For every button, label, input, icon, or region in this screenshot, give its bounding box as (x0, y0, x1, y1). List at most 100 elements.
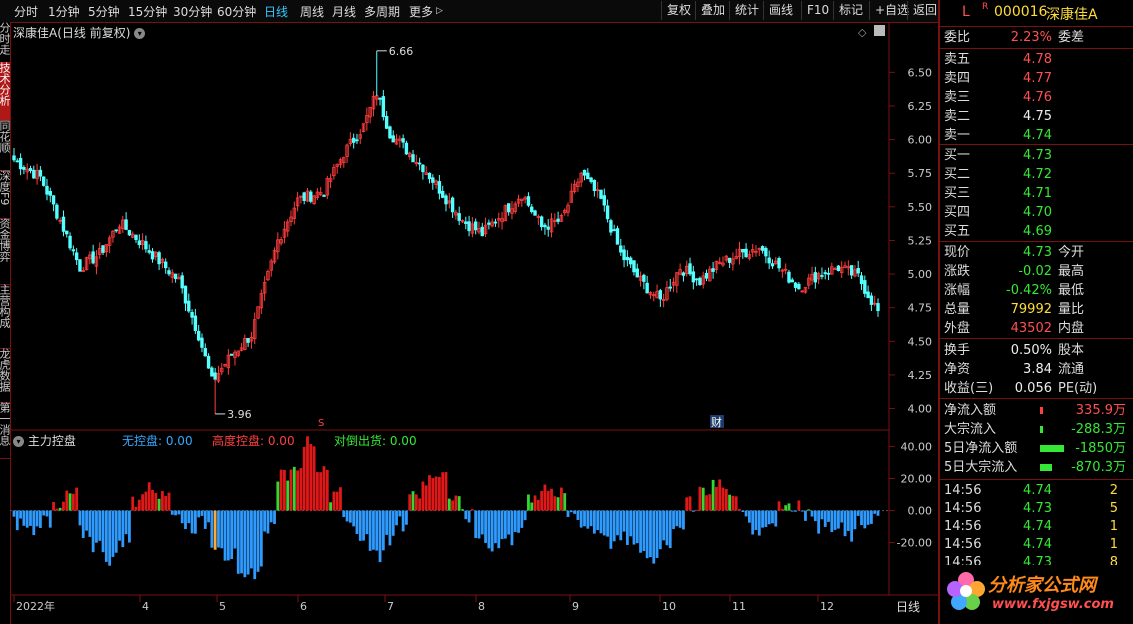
candle-body (193, 315, 198, 331)
indicator-bar (860, 510, 863, 526)
period-tab-7[interactable]: 周线 (300, 3, 324, 20)
period-tab-3[interactable]: 15分钟 (128, 3, 167, 20)
indicator-bar (774, 510, 778, 527)
candle-body (144, 241, 148, 250)
finance-marker[interactable]: 财 (711, 415, 722, 429)
quote-right-label: 最低 (1058, 283, 1085, 298)
indicator-tick-label: 20.00 (901, 473, 933, 486)
indicator-name: 主力控盘 (27, 434, 76, 448)
period-tab-6[interactable]: 日线 (264, 3, 288, 20)
indicator-bar (592, 510, 596, 534)
period-tab-0[interactable]: 分时 (14, 3, 38, 20)
ask-row: 卖二 4.75 (944, 107, 1133, 126)
candle-body (826, 272, 831, 275)
indicator-bar (332, 491, 336, 511)
indicator-bar (477, 510, 481, 539)
indicator-item-dump: 对倒出货: 0.00 (334, 434, 417, 448)
flow-label: 5日大宗流入 (944, 460, 1018, 475)
indicator-bar (645, 510, 649, 559)
sidebar-tab-3[interactable]: 深度F9 (0, 170, 10, 219)
candle-body (355, 139, 359, 142)
bid-label: 买五 (944, 224, 971, 239)
kline-chart[interactable]: 6.50 6.25 6.00 5.75 5.50 5.25 5.00 4.75 4.50 4.25… (10, 22, 938, 624)
candle-body (836, 265, 841, 272)
period-tab-1[interactable]: 1分钟 (48, 3, 80, 20)
indicator-bar (348, 510, 352, 523)
indicator-bar (71, 493, 75, 511)
period-tab-9[interactable]: 多周期 (364, 3, 400, 20)
chevron-down-icon[interactable]: ▾ (134, 28, 146, 39)
indicator-bar (705, 495, 708, 511)
candle-body (351, 137, 356, 143)
indicator-bar (767, 510, 771, 525)
indicator-bar (556, 497, 560, 511)
indicator-bar (55, 508, 59, 511)
candle-body (210, 367, 214, 377)
period-tab-10[interactable]: 更多 (409, 3, 433, 20)
quote-row: 涨幅 -0.42% 最低 (944, 281, 1133, 300)
candle-body (187, 300, 191, 312)
indicator-bar (675, 510, 679, 527)
toolbar-button-1[interactable]: 叠加 (695, 1, 730, 20)
candle-body (229, 353, 234, 356)
candle-body (196, 330, 201, 341)
indicator-bar (480, 510, 484, 535)
indicator-bar (787, 503, 791, 511)
indicator-bar (35, 510, 39, 527)
toolbar-button-0[interactable]: 复权 (661, 1, 696, 20)
indicator-bar (527, 494, 530, 511)
tick-row: 14:56 4.74 1 (944, 535, 1133, 554)
indicator-tick-label: 40.00 (901, 440, 933, 453)
indicator-bar (25, 510, 29, 528)
signal-s-marker[interactable]: S (318, 418, 324, 429)
indicator-bar (164, 495, 168, 511)
indicator-bar (306, 436, 309, 511)
candle-body (533, 210, 537, 216)
sidebar-tab-0[interactable]: 分时走势 (0, 22, 10, 63)
candle-body (51, 195, 56, 205)
period-tab-8[interactable]: 月线 (332, 3, 356, 20)
indicator-bar (292, 466, 296, 511)
toolbar-button-5[interactable]: 标记 (833, 1, 868, 20)
period-tab-5[interactable]: 60分钟 (217, 3, 256, 20)
toolbar-button-3[interactable]: 画线 (763, 1, 798, 20)
toolbar-button-4[interactable]: F10 (801, 1, 834, 20)
diamond-icon[interactable]: ◇ (858, 26, 866, 39)
more-arrow-icon[interactable]: ▷ (436, 6, 443, 16)
ask-label: 卖四 (944, 71, 971, 86)
price-tick-label: 4.25 (908, 369, 933, 382)
period-tab-2[interactable]: 5分钟 (88, 3, 120, 20)
sidebar-tab-1[interactable]: 技术分析 (0, 62, 10, 121)
indicator-bar (259, 510, 263, 567)
sidebar-tab-2[interactable]: 同花顺 (0, 120, 10, 171)
indicator-bar (668, 510, 672, 549)
chevron-down-icon[interactable]: ▾ (13, 436, 24, 447)
toolbar-button-7[interactable]: 返回 (907, 1, 942, 20)
indicator-bar (474, 510, 478, 539)
sidebar-tab-7[interactable]: 第一消息 (0, 402, 10, 459)
candle-body (668, 286, 672, 289)
indicator-bar (536, 499, 540, 511)
candle-body (556, 218, 560, 222)
sidebar-tab-4[interactable]: 资金博弈 (0, 218, 10, 285)
candle-body (441, 190, 445, 198)
candle-body (41, 176, 46, 186)
toolbar-button-2[interactable]: 统计 (729, 1, 764, 20)
indicator-bar (160, 491, 164, 511)
tick-time: 14:56 (944, 537, 982, 552)
indicator-bar (662, 510, 666, 541)
tick-volume: 1 (1109, 519, 1118, 534)
period-tab-4[interactable]: 30分钟 (173, 3, 212, 20)
watermark-logo: 分析家公式网 www.fxjgsw.com (940, 565, 1133, 624)
sidebar-tab-6[interactable]: 龙虎数据 (0, 348, 10, 403)
indicator-item-high: 高度控盘: 0.00 (212, 434, 295, 448)
xaxis-label: 10 (662, 600, 676, 613)
tick-time: 14:56 (944, 483, 982, 498)
indicator-bar (174, 510, 177, 516)
sidebar-tab-5[interactable]: 主营构成 (0, 284, 10, 349)
indicator-bar (698, 486, 702, 511)
candle-body (820, 275, 824, 277)
window-icon[interactable] (874, 25, 885, 36)
indicator-bar (134, 506, 138, 511)
market-sup: R (982, 2, 989, 12)
